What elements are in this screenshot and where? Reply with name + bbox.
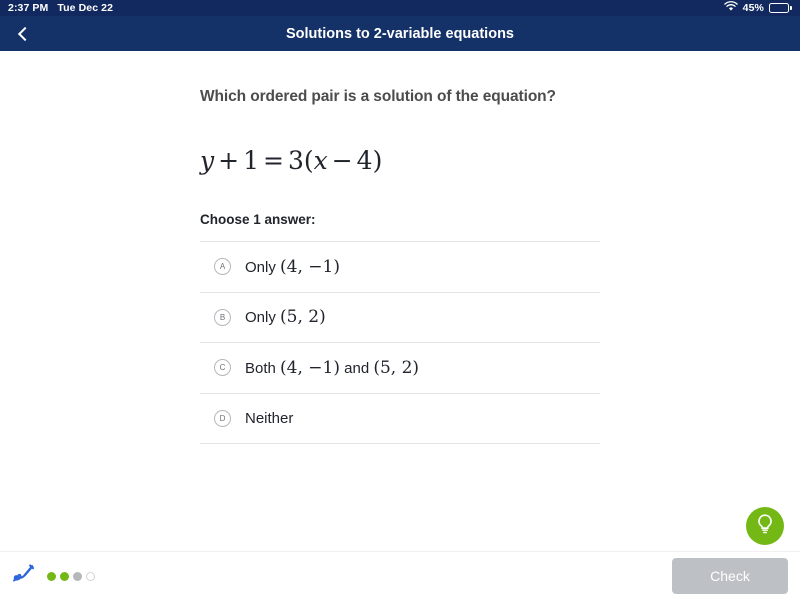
choice-text-a: Only (4, −1) (245, 257, 340, 277)
choice-a-math: (4, −1) (280, 256, 340, 277)
equation-rhs-const: 4 (356, 146, 373, 175)
back-button[interactable] (0, 16, 46, 51)
choice-c-prefix: Both (245, 359, 281, 377)
page-title: Solutions to 2-variable equations (285, 25, 514, 42)
choice-b-math: (5, 2) (280, 307, 326, 328)
choose-answer-label: Choose 1 answer: (200, 212, 316, 227)
equation-lhs-var: y (200, 146, 215, 175)
choice-d-prefix: Neither (245, 409, 294, 427)
choice-letter-b: B (214, 308, 231, 326)
answer-choice-b[interactable]: B Only (5, 2) (200, 293, 600, 343)
status-bar: 2:37 PM Tue Dec 22 45% (0, 0, 800, 16)
exercise-content: Which ordered pair is a solution of the … (0, 51, 800, 551)
chevron-left-icon (17, 26, 33, 41)
choice-text-d: Neither (245, 410, 293, 427)
question-prompt: Which ordered pair is a solution of the … (200, 88, 556, 105)
choice-text-b: Only (5, 2) (245, 307, 326, 327)
answer-choice-c[interactable]: C Both (4, −1) and (5, 2) (200, 343, 600, 394)
answer-choice-a[interactable]: A Only (4, −1) (200, 242, 600, 293)
bottom-bar: Check (0, 551, 800, 600)
choice-a-prefix: Only (245, 258, 281, 276)
hint-button[interactable] (746, 507, 784, 545)
equation-close-paren: ) (372, 146, 383, 175)
exercise-inner: Which ordered pair is a solution of the … (200, 51, 600, 444)
equation-coefficient: 3 (287, 146, 304, 175)
nav-header: Solutions to 2-variable equations (0, 16, 800, 51)
progress-dot-2 (60, 571, 69, 581)
wifi-icon (723, 1, 738, 15)
choice-c-math2: (5, 2) (373, 357, 420, 378)
equation-display: y +1 = 3(x −4) (200, 142, 600, 180)
equation-plus: + (218, 146, 240, 175)
choice-letter-d: D (214, 409, 231, 427)
choice-c-suffix: and (339, 359, 374, 377)
choice-text-c: Both (4, −1) and (5, 2) (245, 358, 419, 378)
equation-rhs-var: x (313, 146, 328, 175)
choice-b-prefix: Only (245, 309, 281, 327)
battery-percent-label: 45% (742, 2, 764, 14)
equation-open-paren: ( (303, 146, 314, 175)
status-bar-right: 45% (723, 1, 792, 15)
status-bar-left: 2:37 PM Tue Dec 22 (8, 2, 113, 14)
equation-equals: = (262, 146, 284, 175)
progress-dot-4 (86, 571, 95, 581)
equation-minus: − (331, 146, 353, 175)
lightbulb-icon (755, 513, 775, 540)
status-time: 2:37 PM (8, 2, 49, 14)
progress-dot-3 (73, 571, 82, 581)
progress-dot-1 (47, 571, 56, 581)
equation-lhs-const: 1 (243, 146, 259, 175)
battery-icon (769, 3, 792, 13)
choice-letter-c: C (214, 359, 231, 377)
choice-c-math: (4, −1) (280, 357, 340, 378)
scribble-pencil-icon (10, 562, 36, 591)
choice-letter-a: A (214, 258, 231, 276)
scratchpad-button[interactable] (8, 561, 38, 591)
check-button[interactable]: Check (672, 558, 788, 594)
status-date: Tue Dec 22 (57, 2, 114, 14)
progress-dots (47, 571, 95, 581)
answer-choice-d[interactable]: D Neither (200, 394, 600, 444)
answer-choices-list: A Only (4, −1) B Only (5, 2) C Both (4, … (200, 241, 600, 444)
